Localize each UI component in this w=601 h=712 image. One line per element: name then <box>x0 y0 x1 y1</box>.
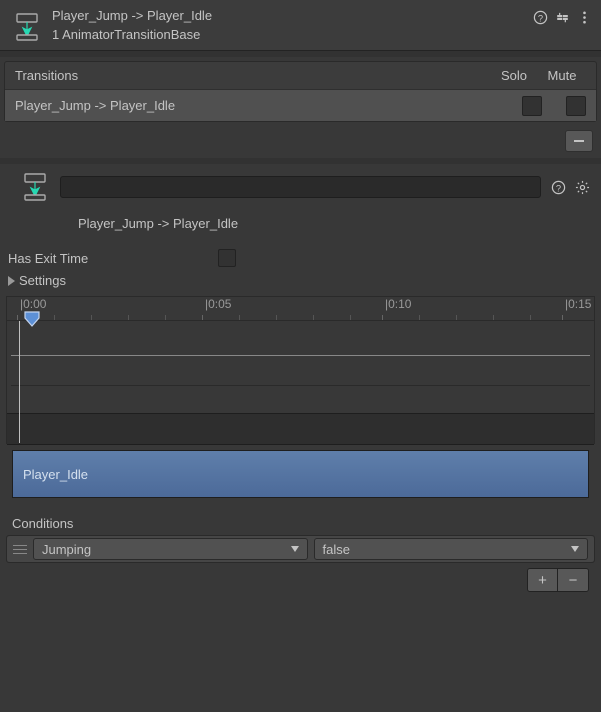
destination-clip[interactable]: Player_Idle <box>12 450 589 498</box>
settings-foldout[interactable]: Settings <box>0 269 601 292</box>
mute-checkbox[interactable] <box>566 96 586 116</box>
condition-parameter-dropdown[interactable]: Jumping <box>33 538 308 560</box>
tick-label: |0:05 <box>205 297 231 311</box>
remove-transition-button[interactable] <box>565 130 593 152</box>
clip-label: Player_Idle <box>23 467 88 482</box>
has-exit-time-checkbox[interactable] <box>218 249 236 267</box>
add-condition-button[interactable]: + <box>528 569 558 591</box>
settings-label: Settings <box>19 273 66 288</box>
timeline-ruler[interactable]: |0:00 |0:05 |0:10 |0:15 <box>6 296 595 320</box>
header-subtitle: 1 AnimatorTransitionBase <box>52 23 531 42</box>
menu-icon[interactable] <box>575 8 593 26</box>
header-title: Player_Jump -> Player_Idle <box>52 6 531 23</box>
transition-timeline[interactable]: |0:00 |0:05 |0:10 |0:15 <box>6 296 595 498</box>
tick-label: |0:15 <box>565 297 591 311</box>
gear-icon[interactable] <box>573 178 591 196</box>
timeline-body[interactable] <box>6 320 595 444</box>
transition-name-input[interactable] <box>60 176 541 198</box>
tick-label: |0:00 <box>20 297 46 311</box>
timeline-lower-band <box>7 413 594 445</box>
chevron-down-icon <box>291 546 299 552</box>
has-exit-time-row: Has Exit Time <box>0 247 601 269</box>
svg-text:?: ? <box>537 13 542 23</box>
inspector-header: Player_Jump -> Player_Idle 1 AnimatorTra… <box>0 0 601 51</box>
timeline-track-line <box>11 355 590 356</box>
transition-row-label: Player_Jump -> Player_Idle <box>15 94 498 117</box>
conditions-label: Conditions <box>6 512 595 535</box>
timeline-playhead[interactable] <box>19 321 20 443</box>
transitions-section: Transitions Solo Mute Player_Jump -> Pla… <box>4 61 597 122</box>
transition-row[interactable]: Player_Jump -> Player_Idle <box>5 90 596 121</box>
transitions-label: Transitions <box>15 68 490 83</box>
dropdown-value: Jumping <box>42 542 91 557</box>
condition-row: Jumping false <box>7 536 594 562</box>
transition-icon <box>18 170 52 204</box>
chevron-down-icon <box>571 546 579 552</box>
chevron-right-icon <box>8 276 15 286</box>
transition-icon <box>10 10 44 44</box>
detail-subtitle: Player_Jump -> Player_Idle <box>4 206 597 243</box>
has-exit-time-label: Has Exit Time <box>8 251 218 266</box>
drag-handle-icon[interactable] <box>13 541 27 557</box>
solo-header: Solo <box>490 68 538 83</box>
preset-icon[interactable] <box>553 8 571 26</box>
condition-value-dropdown[interactable]: false <box>314 538 589 560</box>
playhead-handle-icon[interactable] <box>23 310 41 328</box>
help-icon[interactable]: ? <box>531 8 549 26</box>
mute-header: Mute <box>538 68 586 83</box>
solo-checkbox[interactable] <box>522 96 542 116</box>
remove-condition-button[interactable]: − <box>558 569 588 591</box>
tick-label: |0:10 <box>385 297 411 311</box>
dropdown-value: false <box>323 542 350 557</box>
help-icon[interactable]: ? <box>549 178 567 196</box>
svg-text:?: ? <box>555 183 560 193</box>
